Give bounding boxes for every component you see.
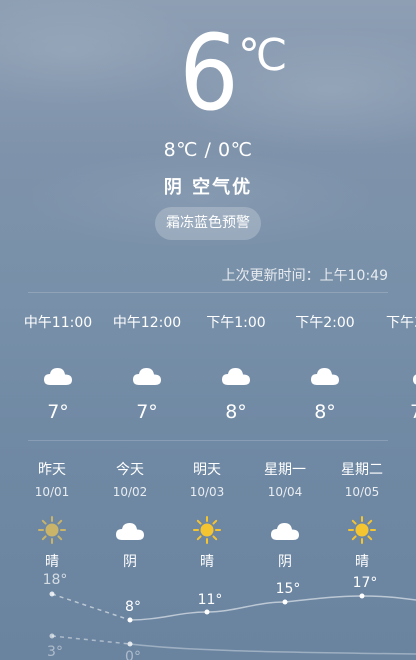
low-label: 3°: [47, 644, 63, 660]
current-temp-unit: ℃: [238, 30, 288, 81]
sun-icon: [347, 515, 377, 545]
daily-item: 星期二 10/05 晴: [332, 459, 392, 571]
last-updated-text: 上次更新时间：上午10:49: [221, 268, 388, 284]
daily-item: 星期一 10/04 阴: [255, 459, 315, 571]
low-label: 0°: [125, 649, 141, 660]
hour-time: 下午3: [386, 315, 416, 331]
high-label: 8°: [125, 599, 141, 615]
day-name: 今天: [116, 462, 144, 478]
divider: [28, 292, 388, 293]
day-date: 10/02: [112, 485, 148, 499]
hour-temp: 7: [386, 401, 416, 423]
daily-item: 明天 10/03 晴: [177, 459, 237, 571]
hour-time: 下午2:00: [295, 315, 355, 331]
high-label: 18°: [43, 572, 68, 588]
cloud-icon: [310, 365, 340, 387]
high-label: 17°: [353, 575, 378, 591]
hourly-item: 中午11:00 7°: [18, 313, 98, 423]
weather-alert-badge[interactable]: 霜冻蓝色预警: [155, 207, 261, 240]
cloud-icon: [270, 515, 300, 545]
hour-temp: 8°: [225, 401, 247, 423]
low-point: [49, 633, 55, 639]
high-point: [127, 617, 133, 623]
sun-icon: [37, 515, 67, 545]
cloud-icon: [115, 515, 145, 545]
high-label: 15°: [276, 581, 301, 597]
current-temp-value: 6: [179, 12, 239, 134]
hour-temp: 7°: [47, 401, 69, 423]
hourly-item: 下午1:00 8°: [196, 313, 276, 423]
hour-time: 中午12:00: [112, 315, 182, 331]
high-point: [282, 599, 288, 605]
day-date: 10/05: [344, 485, 380, 499]
day-name: 昨天: [38, 462, 66, 478]
high-curve: [129, 595, 416, 621]
low-curve-past: [51, 635, 131, 645]
condition-air-quality[interactable]: 阴 空气优: [0, 173, 416, 199]
daily-item: 昨天 10/01 晴: [22, 459, 82, 571]
day-name: 明天: [193, 462, 221, 478]
high-point: [49, 591, 55, 597]
cloud-icon: [221, 365, 251, 387]
divider: [28, 440, 388, 441]
hourly-item: 中午12:00 7°: [107, 313, 187, 423]
high-curve-past: [51, 593, 131, 621]
sun-icon: [192, 515, 222, 545]
hour-temp: 7°: [136, 401, 158, 423]
temperature-trend-chart: 18° 8° 11° 15° 17° 3° 0°: [43, 572, 416, 660]
day-name: 星期二: [341, 462, 383, 478]
hour-temp: 8°: [314, 401, 336, 423]
hourly-item: 下午2:00 8°: [285, 313, 365, 423]
day-date: 10/01: [34, 485, 70, 499]
high-label: 11°: [198, 592, 223, 608]
cloud-icon: [132, 365, 162, 387]
hourly-item: 下午3 7: [374, 313, 416, 423]
temp-range: 8℃ / 0℃: [163, 139, 253, 161]
hour-time: 中午11:00: [23, 315, 93, 331]
low-point: [127, 641, 133, 647]
cloud-icon: [43, 365, 73, 387]
high-point: [204, 609, 210, 615]
cloud-icon: [412, 365, 416, 387]
day-date: 10/04: [267, 485, 303, 499]
day-date: 10/03: [189, 485, 225, 499]
daily-item: 今天 10/02 阴: [100, 459, 160, 571]
day-name: 星期一: [264, 462, 306, 478]
hour-time: 下午1:00: [206, 315, 266, 331]
current-temperature: 6 ℃: [0, 18, 416, 128]
high-point: [359, 593, 365, 599]
low-curve: [129, 643, 416, 655]
